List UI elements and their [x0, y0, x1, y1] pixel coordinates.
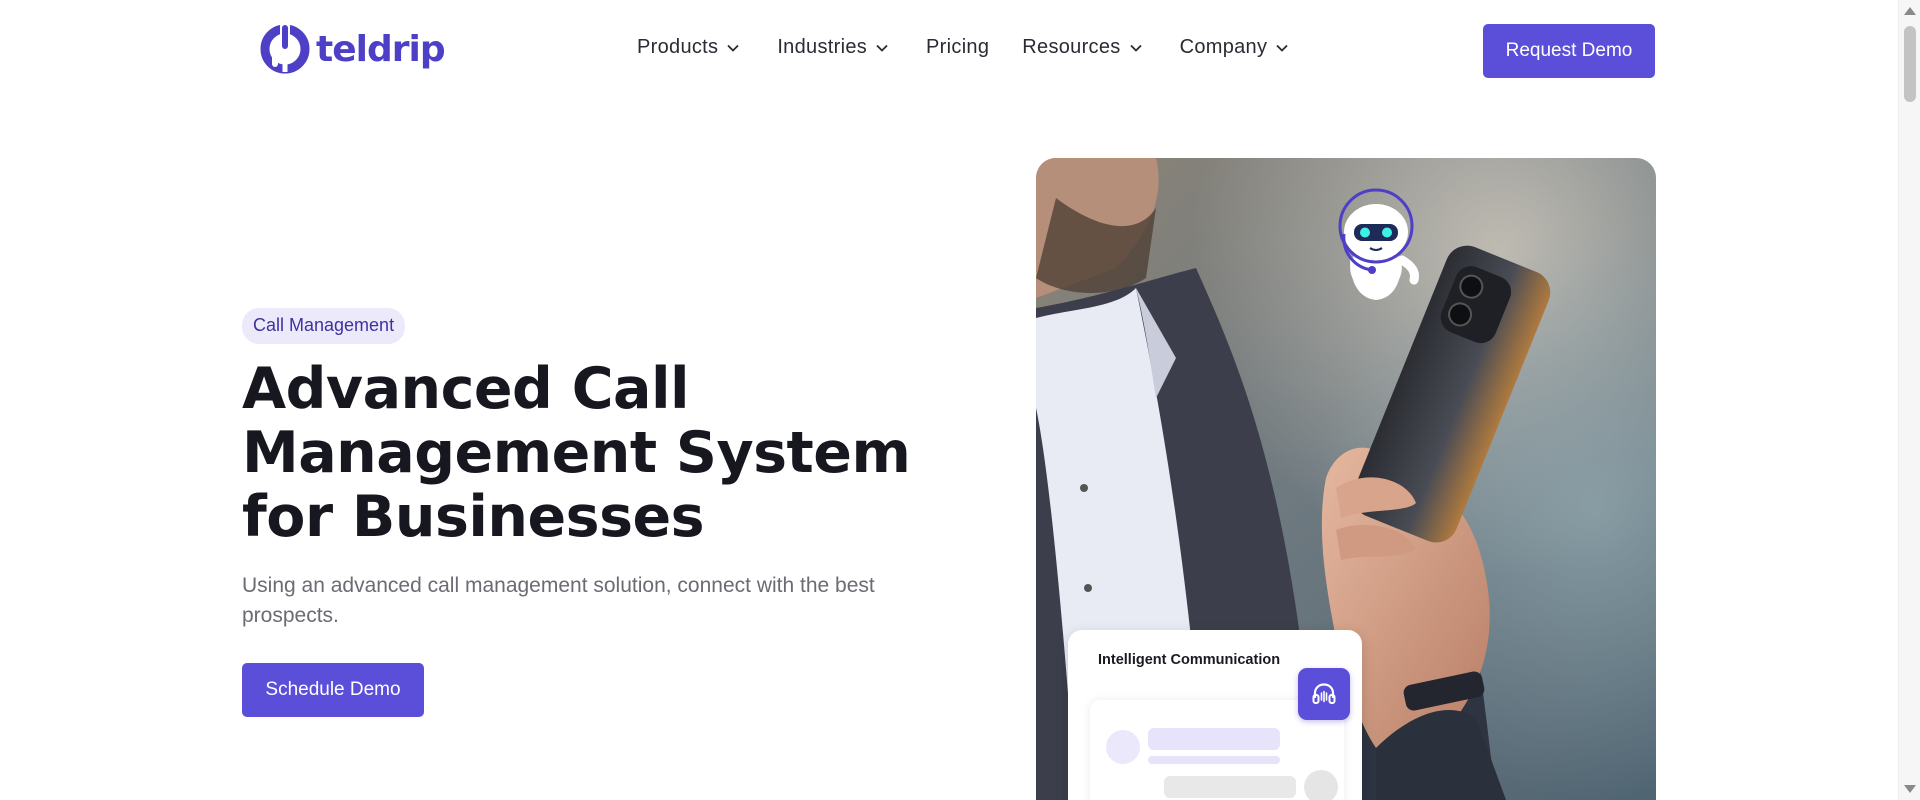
- hero-image: Intelligent Communication: [1036, 158, 1656, 800]
- headset-icon: [1312, 683, 1336, 704]
- scroll-thumb[interactable]: [1904, 26, 1916, 102]
- nav-products[interactable]: Products: [637, 36, 740, 59]
- message-placeholder: [1148, 728, 1280, 750]
- category-tag: Call Management: [242, 308, 406, 344]
- chevron-down-icon: [876, 44, 888, 52]
- teldrip-logo-icon: [260, 24, 310, 74]
- message-placeholder: [1148, 756, 1280, 764]
- avatar-placeholder: [1106, 730, 1140, 764]
- schedule-demo-button[interactable]: Schedule Demo: [242, 663, 424, 717]
- scroll-up-arrow-icon[interactable]: [1904, 7, 1916, 15]
- nav-resources[interactable]: Resources: [1022, 36, 1142, 59]
- hero-subtitle: Using an advanced call management soluti…: [242, 574, 875, 627]
- nav-industries[interactable]: Industries: [777, 36, 889, 59]
- nav-products-label: Products: [637, 36, 719, 58]
- chevron-down-icon: [1276, 44, 1288, 52]
- scroll-down-arrow-icon[interactable]: [1904, 785, 1916, 793]
- chevron-down-icon: [1129, 44, 1142, 52]
- hero-title: Advanced Call Management System for Busi…: [242, 356, 911, 550]
- nav-company-label: Company: [1179, 36, 1268, 58]
- avatar-placeholder: [1304, 770, 1338, 800]
- reply-placeholder: [1164, 776, 1296, 798]
- nav-resources-label: Resources: [1022, 36, 1121, 58]
- page-scrollbar[interactable]: [1898, 0, 1920, 800]
- headset-button[interactable]: [1298, 668, 1350, 720]
- intelligent-communication-card: Intelligent Communication: [1068, 630, 1362, 800]
- nav-pricing[interactable]: Pricing: [926, 36, 989, 59]
- nav-industries-label: Industries: [777, 36, 868, 58]
- site-header: teldrip Products Industries Pricing Reso…: [0, 0, 1898, 102]
- teldrip-logo[interactable]: teldrip: [258, 22, 446, 76]
- chevron-down-icon: [727, 44, 739, 52]
- card-title: Intelligent Communication: [1098, 652, 1281, 668]
- nav-company[interactable]: Company: [1180, 36, 1290, 59]
- hero-content: Call Management Advanced Call Management…: [242, 308, 922, 717]
- brand-name: teldrip: [316, 28, 446, 70]
- request-demo-button[interactable]: Request Demo: [1483, 24, 1655, 78]
- nav-pricing-label: Pricing: [926, 36, 990, 58]
- main-nav: Products Industries Pricing Resources Co…: [637, 36, 1326, 59]
